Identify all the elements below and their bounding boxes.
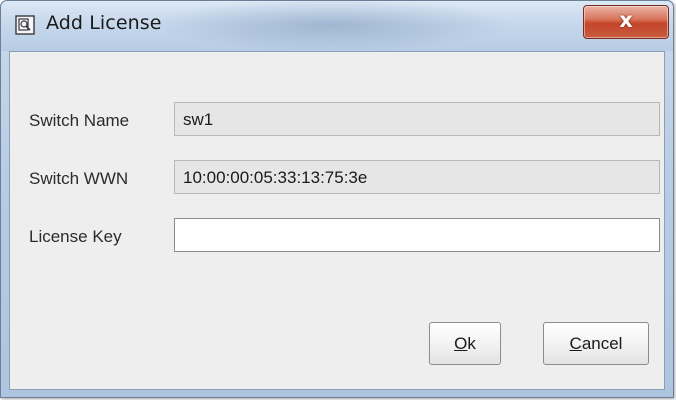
switch-name-field: sw1 <box>174 102 660 136</box>
license-key-label: License Key <box>29 227 122 246</box>
ok-label-rest: k <box>467 334 476 353</box>
close-icon: x <box>619 8 633 32</box>
cancel-label-rest: ancel <box>581 334 623 353</box>
title-bar[interactable]: Add License x <box>1 1 673 51</box>
ok-button[interactable]: Ok <box>429 322 501 365</box>
dialog-content: Switch Name sw1 Switch WWN 10:00:00:05:3… <box>9 51 665 390</box>
license-key-input[interactable] <box>174 218 660 252</box>
ok-mnemonic: O <box>454 334 468 353</box>
add-license-dialog: Add License x Switch Name sw1 Switch WWN… <box>0 0 674 398</box>
switch-wwn-label: Switch WWN <box>29 169 129 188</box>
close-button[interactable]: x <box>583 5 669 39</box>
switch-name-label: Switch Name <box>29 111 130 130</box>
cancel-mnemonic: C <box>569 334 582 353</box>
dialog-app-icon <box>15 15 35 35</box>
window-title: Add License <box>46 12 162 34</box>
switch-wwn-field: 10:00:00:05:33:13:75:3e <box>174 160 660 194</box>
cancel-button[interactable]: Cancel <box>543 322 649 365</box>
